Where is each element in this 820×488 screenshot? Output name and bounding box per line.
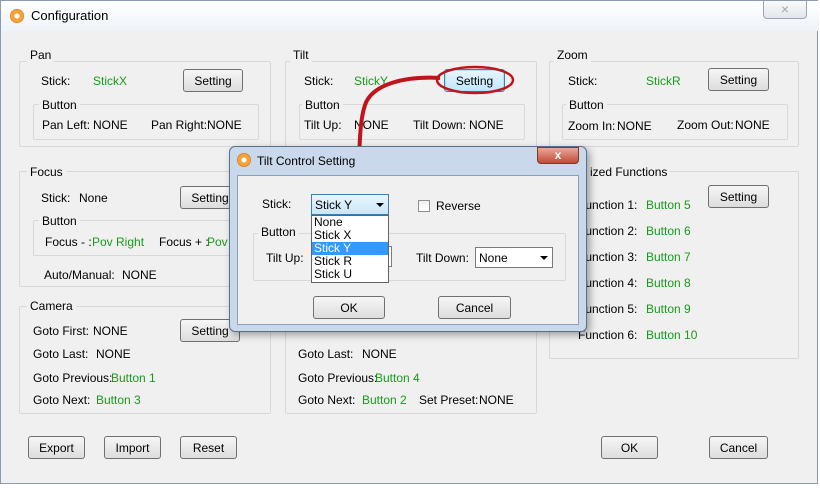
dialog-cancel-button[interactable]: Cancel — [438, 296, 511, 319]
tilt-down-combobox-value: None — [479, 251, 508, 265]
tilt-control-dialog: Tilt Control Setting x Stick: Stick Y Re… — [229, 146, 587, 332]
annotation-ellipse — [435, 65, 515, 95]
reverse-label: Reverse — [436, 199, 481, 213]
stick-combobox[interactable]: Stick Y — [311, 194, 389, 215]
stick-dropdown-list: None Stick X Stick Y Stick R Stick U — [311, 215, 389, 283]
tilt-down-combobox[interactable]: None — [475, 247, 553, 268]
stick-combobox-value: Stick Y — [315, 198, 353, 212]
dialog-app-icon — [237, 153, 251, 167]
dialog-ok-button[interactable]: OK — [313, 296, 385, 319]
dialog-button-title: Button — [258, 225, 299, 239]
reverse-checkbox[interactable] — [418, 200, 430, 212]
stick-option[interactable]: Stick U — [312, 268, 388, 281]
dialog-close-button[interactable]: x — [537, 147, 579, 164]
chevron-down-icon — [376, 203, 384, 207]
dialog-title-bar[interactable]: Tilt Control Setting x — [230, 147, 586, 173]
chevron-down-icon — [540, 256, 548, 260]
dialog-title: Tilt Control Setting — [257, 154, 356, 168]
dialog-client-area: Stick: Stick Y Reverse Button Tilt Up: T… — [237, 175, 579, 325]
dialog-tilt-up-label: Tilt Up: — [266, 251, 304, 265]
dialog-stick-label: Stick: — [262, 197, 292, 211]
dialog-tilt-down-label: Tilt Down: — [416, 251, 469, 265]
